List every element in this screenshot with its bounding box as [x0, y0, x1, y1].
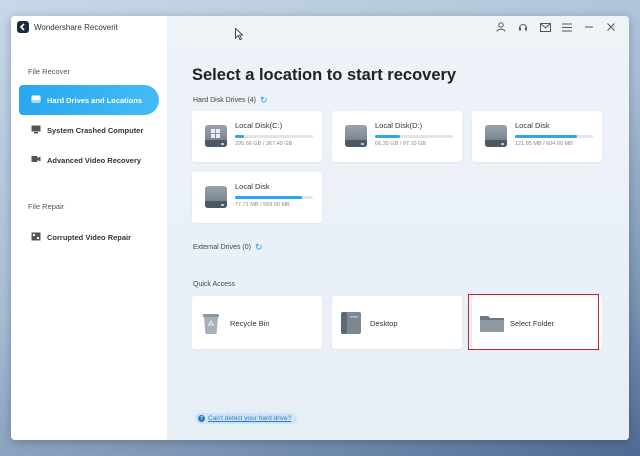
drive-name: Local Disk [515, 121, 550, 130]
hard-drive-icon [345, 125, 367, 147]
app-title-text: Wondershare Recoverit [34, 22, 118, 32]
sidebar-item-label: Corrupted Video Repair [47, 232, 132, 242]
sidebar-item-system-crashed[interactable]: System Crashed Computer [19, 115, 159, 145]
sidebar-item-label: System Crashed Computer [47, 125, 144, 135]
sidebar-item-label: Advanced Video Recovery [47, 155, 142, 165]
windows-icon [211, 129, 220, 138]
hard-disk-drives-text: Hard Disk Drives (4) [193, 97, 257, 104]
hard-drive-icon [205, 125, 227, 147]
drive-size: 66.35 GB / 97.10 GB [375, 141, 427, 147]
sidebar-item-hard-drives[interactable]: Hard Drives and Locations [19, 85, 159, 115]
drive-size: 295.66 GB / 367.40 GB [235, 141, 293, 147]
drive-usage-fill [375, 135, 400, 138]
section-file-recover: File Recover [28, 67, 71, 76]
app-title: Wondershare Recoverit [17, 21, 118, 33]
quick-access-text: Quick Access [193, 281, 236, 288]
sidebar: Wondershare Recoverit File Recover Hard … [11, 16, 167, 440]
app-window: Wondershare Recoverit File Recover Hard … [11, 16, 629, 440]
headset-icon[interactable] [517, 21, 529, 33]
quick-access-label-text: Desktop [370, 319, 398, 328]
refresh-icon[interactable]: ↻ [255, 242, 263, 253]
sidebar-item-video-recovery[interactable]: Advanced Video Recovery [19, 145, 159, 175]
select-folder-highlight [468, 294, 599, 350]
close-icon[interactable] [605, 21, 617, 33]
hard-drive-icon [205, 186, 227, 208]
hard-drive-help-link[interactable]: ? Can't detect your hard drive? [195, 413, 298, 424]
drive-usage-fill [235, 135, 245, 138]
drive-size: 121.85 MB / 604.00 MB [515, 141, 573, 147]
drive-usage-fill [235, 196, 303, 199]
drive-usage-bar [235, 196, 313, 199]
drive-usage-bar [515, 135, 593, 138]
user-icon[interactable] [495, 21, 507, 33]
refresh-icon[interactable]: ↻ [260, 95, 268, 106]
drive-name: Local Disk(C:) [235, 121, 283, 130]
desktop-card[interactable]: Desktop [332, 296, 462, 349]
mail-icon[interactable] [539, 21, 551, 33]
desktop-folder-icon [340, 311, 362, 340]
drive-name: Local Disk(D:) [375, 121, 423, 130]
drive-name: Local Disk [235, 182, 270, 191]
drive-usage-fill [515, 135, 578, 138]
drive-card-local-1[interactable]: Local Disk 121.85 MB / 604.00 MB [472, 111, 602, 162]
window-controls [495, 21, 617, 33]
drive-usage-bar [375, 135, 453, 138]
recycle-bin-card[interactable]: Recycle Bin [192, 296, 322, 349]
drive-card-c[interactable]: Local Disk(C:) 295.66 GB / 367.40 GB [192, 111, 322, 162]
drive-size: 77.71 MB / 569.00 MB [235, 202, 290, 208]
section-file-repair: File Repair [28, 202, 65, 211]
sidebar-item-label: Hard Drives and Locations [47, 95, 143, 105]
help-link-text: Can't detect your hard drive? [208, 415, 292, 422]
mouse-cursor-icon [235, 27, 244, 45]
sidebar-item-video-repair[interactable]: Corrupted Video Repair [19, 222, 159, 252]
minimize-icon[interactable] [583, 21, 595, 33]
quick-access-label-text: Recycle Bin [230, 319, 270, 328]
recycle-bin-icon [201, 311, 221, 340]
main-content: Select a location to start recovery Hard… [167, 16, 629, 440]
quick-access-label: Quick Access [193, 281, 235, 288]
hard-drive-icon [485, 125, 507, 147]
video-camera-icon [31, 155, 41, 165]
question-icon: ? [198, 415, 205, 422]
app-logo-icon [17, 21, 29, 33]
drive-usage-bar [235, 135, 313, 138]
menu-icon[interactable] [561, 21, 573, 33]
drive-card-d[interactable]: Local Disk(D:) 66.35 GB / 97.10 GB [332, 111, 462, 162]
video-repair-icon [31, 232, 41, 243]
external-drives-text: External Drives (0) [193, 244, 251, 251]
monitor-icon [31, 125, 41, 136]
drive-icon [31, 95, 41, 105]
external-drives-label: External Drives (0) ↻ [193, 242, 263, 253]
drive-card-local-2[interactable]: Local Disk 77.71 MB / 569.00 MB [192, 172, 322, 223]
page-title: Select a location to start recovery [192, 66, 457, 84]
hard-disk-drives-label: Hard Disk Drives (4) ↻ [193, 95, 268, 106]
